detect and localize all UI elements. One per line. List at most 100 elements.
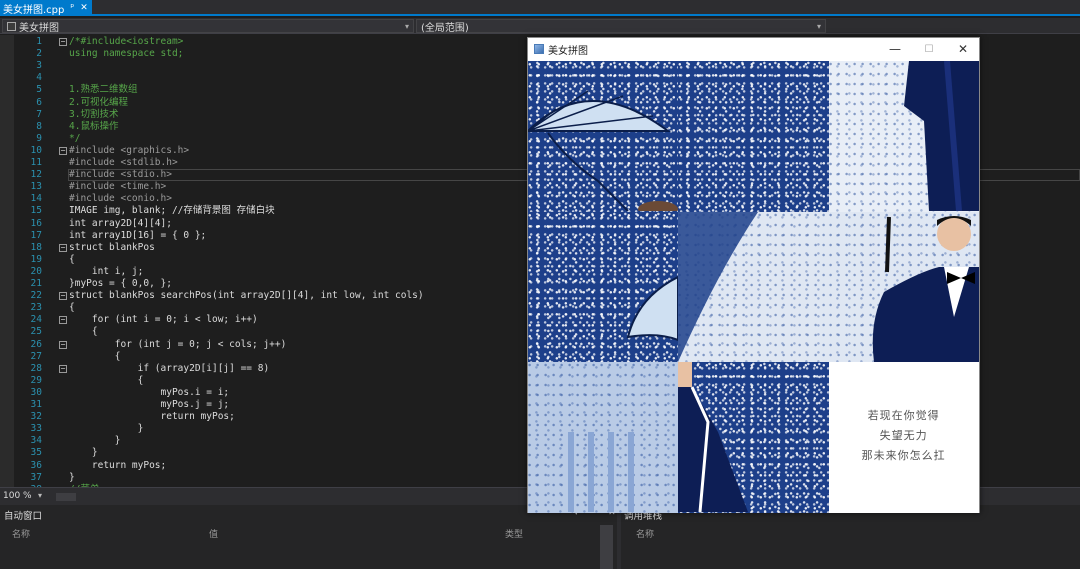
collapse-icon[interactable]: − (59, 340, 67, 349)
code-text: struct blankPos (69, 241, 155, 253)
tab-main-cpp[interactable]: 美女拼图.cpp ᵖ ✕ (0, 0, 92, 16)
panel-divider (617, 505, 621, 569)
line-number: 24 (30, 314, 42, 326)
code-text: }myPos = { 0,0, }; (69, 278, 172, 289)
line-number: 1 (36, 36, 42, 47)
spray-image (678, 211, 759, 362)
line-number: 27 (30, 350, 42, 362)
project-scope-label: 美女拼图 (19, 22, 59, 34)
code-text: } (69, 423, 144, 435)
code-text: for (int i = 0; i < low; i++) (69, 314, 258, 326)
code-text: /*#include<iostream> (69, 36, 184, 47)
app-title-bar[interactable]: 美女拼图 — ☐ ✕ (528, 38, 979, 60)
minimize-button[interactable]: — (878, 38, 912, 60)
collapse-icon[interactable]: − (59, 243, 67, 252)
poem-line: 那未来你怎么扛 (861, 449, 946, 463)
line-number: 13 (30, 181, 42, 193)
line-number: 23 (30, 302, 42, 314)
autos-window-title: 自动窗口 (4, 511, 43, 522)
puzzle-tile[interactable] (678, 61, 829, 212)
global-scope-dropdown[interactable]: (全局范围) ▾ (416, 19, 826, 34)
puzzle-tile[interactable] (828, 61, 979, 212)
tab-title: 美女拼图.cpp (3, 4, 65, 16)
chevron-down-icon: ▾ (404, 21, 409, 31)
horizontal-scrollbar[interactable] (56, 493, 76, 501)
line-number: 20 (30, 265, 42, 277)
line-number: 12 (30, 169, 42, 181)
umbrella-image (528, 90, 678, 212)
puzzle-app-window[interactable]: 美女拼图 — ☐ ✕ 若现在你觉得 失望无力 那未来你怎么扛 (527, 37, 980, 513)
collapse-icon[interactable]: − (59, 364, 67, 373)
puzzle-tile[interactable] (528, 211, 679, 363)
line-number: 7 (36, 108, 42, 120)
code-text: if (array2D[i][j] == 8) (69, 362, 270, 374)
puzzle-grid[interactable]: 若现在你觉得 失望无力 那未来你怎么扛 (528, 61, 979, 513)
line-number: 17 (30, 229, 42, 241)
line-number: 29 (30, 374, 42, 386)
close-window-button[interactable]: ✕ (946, 38, 980, 60)
blank-tile[interactable]: 若现在你觉得 失望无力 那未来你怎么扛 (828, 362, 979, 513)
line-number: 14 (30, 193, 42, 205)
navigation-bar: 美女拼图 ▾ (全局范围) ▾ (0, 18, 1080, 34)
line-number: 26 (30, 338, 42, 350)
code-text: #include <time.h> (69, 181, 167, 193)
code-text: IMAGE img, blank; //存储背景图 存储白块 (69, 205, 275, 217)
call-stack-column-name[interactable]: 名称 (636, 527, 654, 540)
line-number: 5 (36, 84, 42, 96)
line-number: 9 (36, 132, 42, 144)
line-number: 25 (30, 326, 42, 338)
autos-column-value[interactable]: 值 (209, 527, 218, 540)
railing-image (568, 432, 634, 513)
code-text: myPos.i = i; (69, 386, 230, 398)
code-text: { (69, 253, 75, 265)
line-number: 2 (36, 48, 42, 60)
autos-scrollbar[interactable] (600, 525, 613, 569)
collapse-icon[interactable]: − (59, 38, 67, 46)
code-text: { (69, 302, 75, 314)
code-text: return myPos; (69, 411, 235, 423)
code-text: */ (69, 132, 81, 144)
code-text: } (69, 471, 75, 483)
project-scope-dropdown[interactable]: 美女拼图 ▾ (2, 19, 414, 34)
puzzle-tile[interactable] (528, 362, 679, 513)
code-text: struct blankPos searchPos(int array2D[][… (69, 290, 424, 302)
line-number: 34 (30, 435, 42, 447)
zoom-chevron-icon[interactable]: ▾ (38, 491, 42, 500)
autos-column-type[interactable]: 类型 (505, 527, 523, 540)
pin-icon[interactable]: ᵖ (70, 3, 74, 13)
collapse-icon[interactable]: − (59, 292, 67, 301)
chevron-down-icon: ▾ (816, 21, 821, 31)
suit-shoulder-image (678, 362, 749, 513)
code-text: #include <conio.h> (69, 193, 172, 205)
code-text: int array2D[4][4]; (69, 217, 172, 229)
puzzle-tile[interactable] (528, 61, 679, 212)
code-text: #include <stdlib.h> (69, 157, 178, 168)
close-tab-icon[interactable]: ✕ (80, 3, 88, 13)
line-number: 3 (36, 60, 42, 72)
line-number: 18 (30, 241, 42, 253)
collapse-icon[interactable]: − (59, 316, 67, 325)
code-text: 2.可视化编程 (69, 96, 128, 108)
code-text: myPos.j = j; (69, 399, 230, 410)
puzzle-tile[interactable] (678, 362, 829, 513)
line-number: 28 (30, 362, 42, 374)
man-with-umbrella-image (872, 215, 979, 362)
code-text: { (69, 374, 144, 386)
collapse-icon[interactable]: − (59, 146, 67, 155)
zoom-level[interactable]: 100 % (3, 491, 32, 501)
line-number: 8 (36, 120, 42, 132)
code-text: using namespace std; (69, 48, 184, 60)
maximize-button[interactable]: ☐ (912, 38, 946, 60)
code-text: #include <stdio.h> (69, 169, 172, 181)
code-text: } (69, 447, 98, 459)
code-text: 1.熟悉二维数组 (69, 84, 138, 96)
puzzle-tile[interactable] (828, 211, 979, 363)
line-number: 11 (30, 157, 42, 168)
puzzle-tile[interactable] (678, 211, 829, 363)
code-text: { (69, 326, 98, 338)
suit-figure-image (903, 61, 979, 212)
line-number: 4 (36, 72, 42, 84)
code-text: 3.切割技术 (69, 108, 119, 120)
autos-column-name[interactable]: 名称 (12, 527, 30, 540)
project-file-icon (7, 21, 16, 31)
